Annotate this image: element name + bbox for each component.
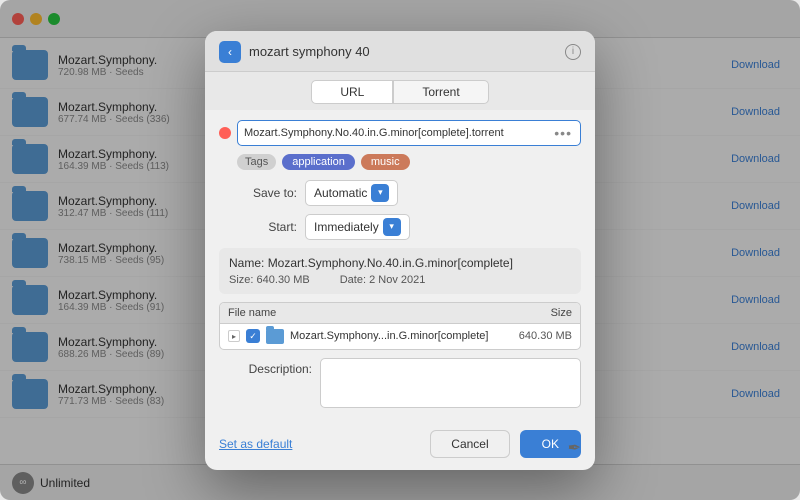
col-size-header: Size	[492, 307, 572, 319]
file-table: File name Size ▸ ✓ Mozart.Symphony...in.…	[219, 302, 581, 350]
start-select[interactable]: Immediately ▾	[305, 214, 410, 240]
save-to-arrow-icon: ▾	[371, 184, 389, 202]
size-label: Size:	[229, 274, 253, 286]
file-table-header: File name Size	[220, 303, 580, 324]
info-button[interactable]: i	[565, 44, 581, 60]
save-to-label: Save to:	[237, 186, 297, 200]
tab-url[interactable]: URL	[311, 80, 393, 104]
tab-torrent[interactable]: Torrent	[393, 80, 488, 104]
back-button[interactable]: ‹	[219, 41, 241, 63]
file-info-section: Name: Mozart.Symphony.No.40.in.G.minor[c…	[219, 248, 581, 294]
red-dot-indicator	[219, 127, 231, 139]
set-default-link[interactable]: Set as default	[219, 437, 292, 451]
start-arrow-icon: ▾	[383, 218, 401, 236]
tag-application[interactable]: application	[282, 154, 355, 170]
start-row: Start: Immediately ▾	[219, 214, 581, 240]
modal-tabs: URL Torrent	[205, 72, 595, 110]
expand-button[interactable]: ▸	[228, 330, 240, 342]
tags-label: Tags	[237, 154, 276, 170]
start-label: Start:	[237, 220, 297, 234]
start-value: Immediately	[314, 220, 379, 234]
save-to-value: Automatic	[314, 186, 367, 200]
date-value: 2 Nov 2021	[369, 274, 425, 286]
modal-body: ••• Tags application music Save to: Auto…	[205, 110, 595, 430]
cancel-button[interactable]: Cancel	[430, 430, 509, 458]
url-row: •••	[219, 120, 581, 146]
file-name: Mozart.Symphony...in.G.minor[complete]	[290, 330, 488, 342]
pen-icon: ✒	[568, 438, 581, 458]
url-options-button[interactable]: •••	[552, 125, 574, 141]
date-display: Date: 2 Nov 2021	[340, 274, 426, 286]
modal-titlebar: ‹ mozart symphony 40 i	[205, 31, 595, 72]
description-input[interactable]	[320, 358, 581, 408]
file-folder-icon	[266, 329, 284, 344]
modal-footer: Set as default Cancel OK	[205, 430, 595, 470]
table-row[interactable]: ▸ ✓ Mozart.Symphony...in.G.minor[complet…	[220, 324, 580, 349]
file-name-display: Name: Mozart.Symphony.No.40.in.G.minor[c…	[229, 256, 571, 270]
save-to-select[interactable]: Automatic ▾	[305, 180, 398, 206]
size-display: Size: 640.30 MB	[229, 274, 310, 286]
file-meta: Size: 640.30 MB Date: 2 Nov 2021	[229, 274, 571, 286]
date-label: Date:	[340, 274, 366, 286]
file-checkbox[interactable]: ✓	[246, 329, 260, 343]
tag-music[interactable]: music	[361, 154, 410, 170]
url-input-wrapper: •••	[237, 120, 581, 146]
name-label: Name:	[229, 256, 264, 270]
description-label: Description:	[237, 358, 312, 376]
url-input[interactable]	[244, 127, 552, 139]
col-name-header: File name	[228, 307, 492, 319]
modal-dialog: ‹ mozart symphony 40 i URL Torrent ••• T…	[205, 31, 595, 470]
modal-title: mozart symphony 40	[249, 44, 557, 59]
size-value: 640.30 MB	[257, 274, 310, 286]
tags-row: Tags application music	[219, 154, 581, 170]
save-to-row: Save to: Automatic ▾	[219, 180, 581, 206]
name-value: Mozart.Symphony.No.40.in.G.minor[complet…	[268, 256, 513, 270]
footer-buttons: Cancel OK	[430, 430, 581, 458]
modal-overlay: ‹ mozart symphony 40 i URL Torrent ••• T…	[0, 0, 800, 500]
file-size: 640.30 MB	[494, 330, 572, 342]
description-row: Description:	[219, 358, 581, 408]
